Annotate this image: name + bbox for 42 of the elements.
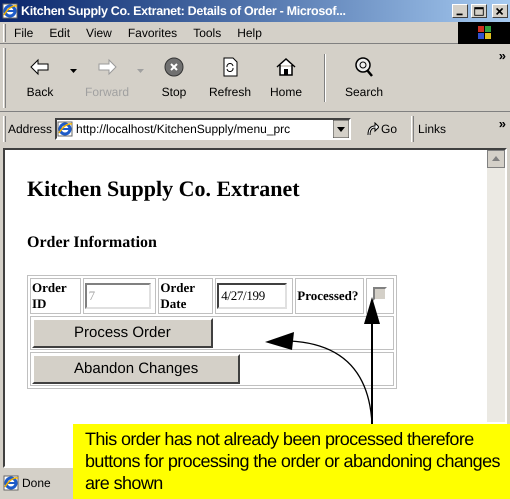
page-icon bbox=[3, 475, 19, 491]
links-button[interactable]: Links bbox=[418, 120, 446, 138]
window-title: Kitchen Supply Co. Extranet: Details of Order - Microsof... bbox=[21, 2, 347, 20]
go-button[interactable]: Go bbox=[365, 120, 398, 138]
menu-item[interactable]: Edit bbox=[41, 24, 78, 42]
form-button[interactable]: Process Order bbox=[32, 318, 213, 348]
callout-note: This order has not already been processed therefore buttons for processing the order or abandoning changes are shown bbox=[73, 424, 510, 499]
flag-logo-icon bbox=[458, 22, 510, 44]
dropdown-arrow-icon[interactable] bbox=[333, 120, 350, 138]
menu-item[interactable]: Favorites bbox=[120, 24, 186, 42]
field-label: Order Date bbox=[160, 280, 196, 312]
field-label: Order ID bbox=[32, 280, 68, 312]
back-button[interactable]: Back bbox=[12, 54, 68, 100]
home-button[interactable]: Home bbox=[258, 54, 314, 100]
browser-icon bbox=[2, 3, 18, 19]
dropdown-arrow-icon[interactable] bbox=[70, 68, 77, 72]
form-button[interactable]: Abandon Changes bbox=[32, 354, 240, 384]
scroll-up-button[interactable] bbox=[487, 150, 505, 168]
stop-button[interactable]: Stop bbox=[146, 54, 202, 100]
maximize-button[interactable] bbox=[471, 4, 487, 18]
more-chevron[interactable]: » bbox=[498, 46, 506, 66]
menu-item[interactable]: Tools bbox=[185, 24, 230, 42]
menu-item[interactable]: View bbox=[78, 24, 120, 42]
menu-item[interactable]: Help bbox=[229, 24, 270, 42]
stop-icon bbox=[162, 54, 186, 78]
more-chevron[interactable]: » bbox=[498, 114, 506, 134]
refresh-button[interactable]: Refresh bbox=[202, 54, 258, 100]
processed-checkbox[interactable] bbox=[373, 286, 387, 300]
status-text: Done bbox=[22, 475, 51, 492]
address-field[interactable]: http://localhost/KitchenSupply/menu_prc bbox=[55, 118, 352, 140]
search-button[interactable]: Search bbox=[336, 54, 392, 100]
order-date-field[interactable]: 4/27/199 bbox=[217, 283, 288, 309]
close-button[interactable] bbox=[492, 4, 508, 18]
page-icon bbox=[57, 121, 74, 137]
field-label: Processed? bbox=[297, 288, 358, 304]
section-heading: Order Information bbox=[27, 233, 158, 253]
scrollbar[interactable] bbox=[487, 150, 505, 422]
menu-item[interactable]: File bbox=[6, 24, 42, 42]
page-heading: Kitchen Supply Co. Extranet bbox=[27, 175, 301, 203]
minimize-button[interactable] bbox=[452, 4, 468, 18]
address-label: Address bbox=[8, 121, 52, 138]
curved-arrow-icon bbox=[365, 122, 380, 136]
